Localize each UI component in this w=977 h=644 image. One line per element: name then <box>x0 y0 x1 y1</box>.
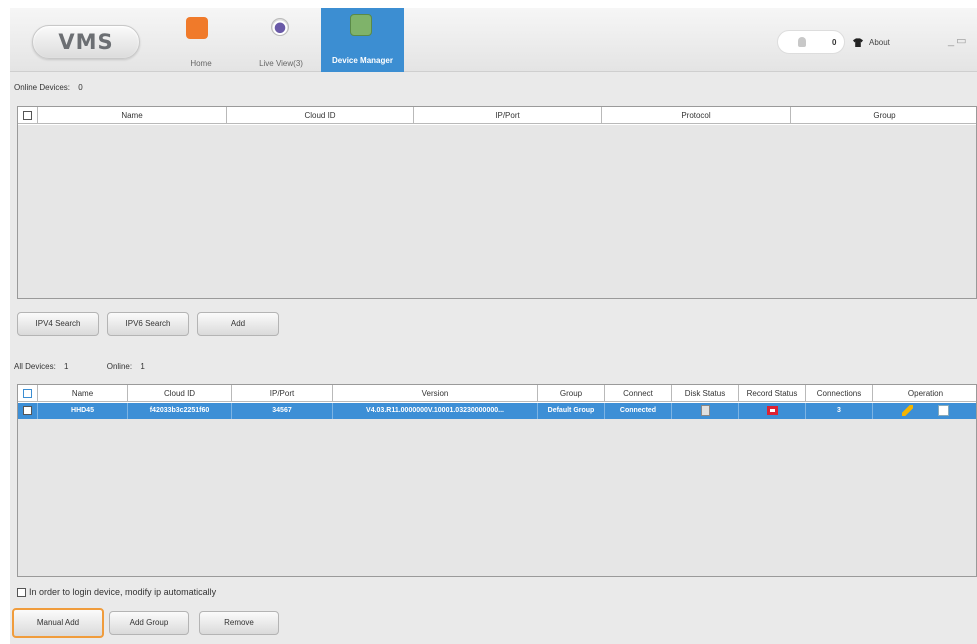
col-cloud-id[interactable]: Cloud ID <box>128 385 232 402</box>
edit-icon[interactable] <box>901 404 913 416</box>
tab-live-view[interactable]: Live View(3) <box>243 8 319 72</box>
window-controls[interactable]: _▭ <box>948 34 969 47</box>
cell-disk-status <box>672 403 739 419</box>
col-record-status[interactable]: Record Status <box>739 385 806 402</box>
share-icon[interactable] <box>938 404 950 416</box>
col-cloud-id[interactable]: Cloud ID <box>227 107 414 124</box>
camera-icon <box>271 18 289 36</box>
remove-button[interactable]: Remove <box>199 611 279 635</box>
col-name[interactable]: Name <box>38 385 128 402</box>
cell-version: V4.03.R11.0000000V.10001.03230000000... <box>333 403 538 419</box>
notification-pill[interactable]: 0 <box>777 30 845 54</box>
col-connections[interactable]: Connections <box>806 385 873 402</box>
cell-operation <box>873 403 977 419</box>
tab-device-manager[interactable]: Device Manager <box>321 8 404 72</box>
cell-connect: Connected <box>605 403 672 419</box>
ipv4-search-button[interactable]: IPV4 Search <box>17 312 99 336</box>
online-count: 1 <box>140 362 145 371</box>
col-version[interactable]: Version <box>333 385 538 402</box>
device-manager-icon <box>350 14 372 36</box>
record-icon <box>766 405 778 415</box>
table-row[interactable]: HHD45 f42033b3c2251f60 34567 V4.03.R11.0… <box>18 403 976 419</box>
col-ip-port[interactable]: IP/Port <box>414 107 602 124</box>
all-devices-count: 1 <box>64 362 69 371</box>
tab-live-view-label: Live View(3) <box>259 59 303 68</box>
cell-connections: 3 <box>806 403 873 419</box>
all-table-header: Name Cloud ID IP/Port Version Group Conn… <box>18 385 976 402</box>
col-group[interactable]: Group <box>538 385 605 402</box>
all-select-all-cell <box>18 385 38 402</box>
col-disk-status[interactable]: Disk Status <box>672 385 739 402</box>
manual-add-button[interactable]: Manual Add <box>12 608 104 638</box>
disk-icon <box>700 404 710 416</box>
add-button[interactable]: Add <box>197 312 279 336</box>
tab-home[interactable]: Home <box>173 8 229 72</box>
online-devices-label: Online Devices: <box>14 83 71 92</box>
auto-modify-ip-label: In order to login device, modify ip auto… <box>29 587 217 597</box>
minimize-icon[interactable]: _ <box>948 35 956 47</box>
bulb-icon <box>798 37 806 47</box>
cell-name: HHD45 <box>38 403 128 419</box>
cell-ip-port: 34567 <box>232 403 333 419</box>
app-header: VMS Home Live View(3) Device Manager 0 A… <box>10 8 977 72</box>
online-table-header: Name Cloud ID IP/Port Protocol Group <box>18 107 976 124</box>
notification-count: 0 <box>832 38 837 47</box>
col-protocol[interactable]: Protocol <box>602 107 791 124</box>
col-group[interactable]: Group <box>791 107 977 124</box>
row-checkbox[interactable] <box>23 405 32 415</box>
tab-home-label: Home <box>190 59 212 68</box>
online-devices-table: Name Cloud ID IP/Port Protocol Group <box>17 106 977 299</box>
auto-modify-ip-option[interactable]: In order to login device, modify ip auto… <box>17 587 217 598</box>
app-logo: VMS <box>32 25 140 59</box>
add-group-button[interactable]: Add Group <box>109 611 189 635</box>
online-devices-info: Online Devices: 0 <box>14 83 83 92</box>
all-devices-info: All Devices: 1 Online: 1 <box>14 362 145 371</box>
online-select-all-cell <box>18 107 38 124</box>
cell-record-status <box>739 403 806 419</box>
about-label: About <box>869 38 890 47</box>
col-connect[interactable]: Connect <box>605 385 672 402</box>
auto-modify-ip-checkbox[interactable] <box>17 588 26 598</box>
ipv6-search-button[interactable]: IPV6 Search <box>107 312 189 336</box>
online-devices-count: 0 <box>78 83 83 92</box>
col-name[interactable]: Name <box>38 107 227 124</box>
restore-icon[interactable]: ▭ <box>956 35 968 47</box>
all-table-body <box>18 403 976 576</box>
device-manager-panel: Online Devices: 0 Name Cloud ID IP/Port … <box>10 72 977 644</box>
home-icon <box>186 17 208 39</box>
about-link[interactable]: About <box>853 38 890 48</box>
row-checkbox-cell <box>18 403 38 419</box>
tab-device-manager-label: Device Manager <box>332 56 393 65</box>
select-all-checkbox[interactable] <box>23 111 32 121</box>
all-devices-label: All Devices: <box>14 362 56 371</box>
col-ip-port[interactable]: IP/Port <box>232 385 333 402</box>
cell-group: Default Group <box>538 403 605 419</box>
online-table-body <box>18 125 976 298</box>
all-devices-table: Name Cloud ID IP/Port Version Group Conn… <box>17 384 977 577</box>
select-all-devices-checkbox[interactable] <box>23 389 32 399</box>
shirt-icon <box>853 38 863 48</box>
col-operation[interactable]: Operation <box>873 385 977 402</box>
cell-cloud-id: f42033b3c2251f60 <box>128 403 232 419</box>
online-label: Online: <box>106 362 133 371</box>
